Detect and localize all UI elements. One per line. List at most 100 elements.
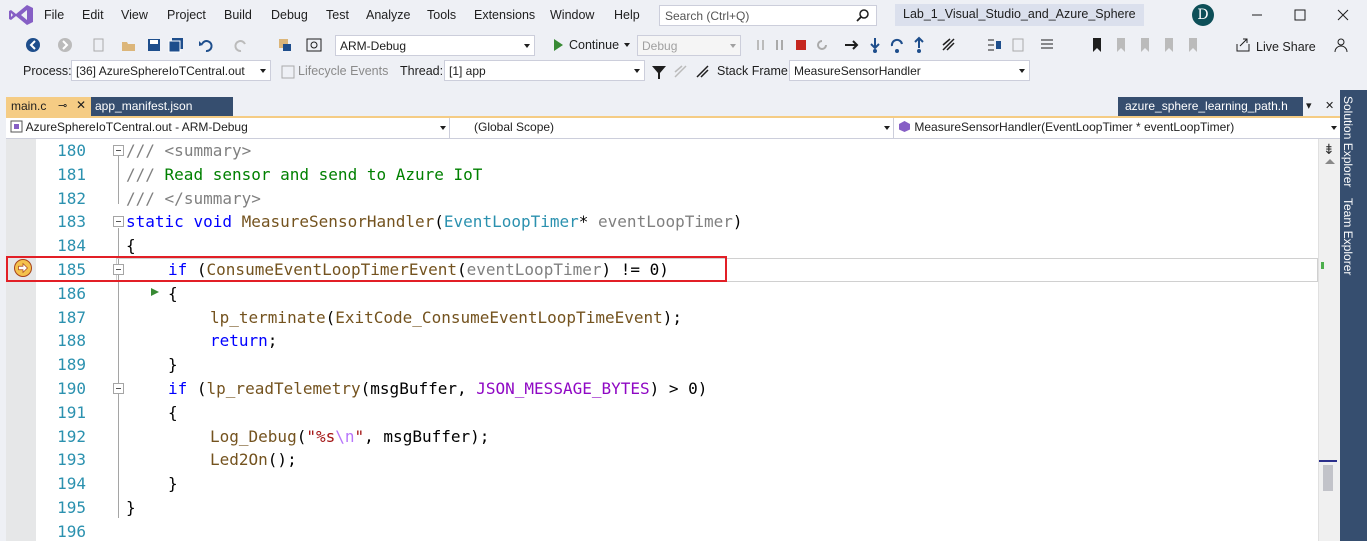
uncomment-icon[interactable] — [1038, 36, 1056, 54]
close-icon[interactable]: ✕ — [1325, 99, 1334, 112]
stack-frame-select[interactable]: MeasureSensorHandler — [789, 60, 1030, 81]
find-in-files-icon[interactable] — [276, 36, 294, 54]
close-icon[interactable] — [1333, 5, 1353, 25]
step-out-icon[interactable] — [910, 36, 928, 54]
chevron-down-icon — [884, 126, 890, 130]
continue-button[interactable]: Continue — [569, 38, 619, 52]
code-text: static void MeasureSensorHandler(EventLo… — [126, 212, 743, 232]
debug-location-toolbar: Process: [36] AzureSphereIoTCentral.out … — [0, 58, 1367, 84]
screenshot-icon[interactable] — [305, 36, 323, 54]
code-text: { — [168, 402, 178, 422]
code-line: 187 lp_terminate(ExitCode_ConsumeEventLo… — [6, 306, 1318, 330]
scrollbar-thumb[interactable] — [1323, 465, 1333, 491]
continue-play-icon — [554, 39, 563, 51]
bookmark-icon[interactable] — [1088, 36, 1106, 54]
solution-configuration-select[interactable]: ARM-Debug — [335, 35, 535, 56]
change-marker — [1321, 262, 1324, 269]
lifecycle-events-button[interactable]: Lifecycle Events — [298, 64, 388, 78]
tab-main-c[interactable]: main.c ⊸ ✕ — [6, 97, 91, 117]
comment-out-icon[interactable] — [1010, 36, 1028, 54]
avatar[interactable]: D — [1192, 4, 1214, 26]
minimize-icon[interactable] — [1247, 5, 1267, 25]
code-text: } — [168, 355, 178, 375]
project-select[interactable]: AzureSphereIoTCentral.out - ARM-Debug — [6, 118, 450, 138]
menu-debug[interactable]: Debug — [271, 8, 308, 22]
navigate-forward-icon[interactable] — [56, 36, 74, 54]
save-all-icon[interactable] — [167, 36, 185, 54]
show-flagged-threads-icon[interactable] — [694, 63, 712, 81]
split-window-icon[interactable]: ⇟ — [1323, 141, 1335, 158]
menu-help[interactable]: Help — [614, 8, 640, 22]
line-number: 187 — [57, 307, 86, 327]
stack-frame-label: Stack Frame: — [717, 64, 792, 78]
collapse-icon[interactable] — [113, 145, 124, 156]
pin-icon[interactable]: ⊸ — [58, 99, 67, 112]
line-number: 195 — [57, 498, 86, 517]
member-select[interactable]: MeasureSensorHandler(EventLoopTimer * ev… — [894, 118, 1340, 138]
tab-team-explorer[interactable]: Team Explorer — [1341, 198, 1355, 275]
chevron-down-icon — [1331, 126, 1337, 130]
new-project-icon[interactable] — [90, 36, 108, 54]
save-icon[interactable] — [145, 36, 163, 54]
menu-analyze[interactable]: Analyze — [366, 8, 410, 22]
step-over-icon[interactable] — [888, 36, 906, 54]
menu-edit[interactable]: Edit — [82, 8, 104, 22]
menu-build[interactable]: Build — [224, 8, 252, 22]
vertical-scrollbar[interactable]: ⇟ — [1318, 139, 1340, 541]
live-share-button[interactable]: Live Share — [1256, 40, 1316, 54]
highlight-annotation-box — [6, 256, 727, 282]
continue-dropdown-icon[interactable] — [624, 43, 630, 47]
close-tab-icon[interactable]: ✕ — [76, 98, 86, 112]
visual-studio-logo-icon[interactable] — [8, 4, 34, 26]
menu-test[interactable]: Test — [326, 8, 349, 22]
collapse-icon[interactable] — [113, 383, 124, 394]
next-bookmark-icon[interactable] — [1136, 36, 1154, 54]
filter-icon[interactable] — [650, 63, 668, 81]
menu-tools[interactable]: Tools — [427, 8, 456, 22]
code-line: 190 if (lp_readTelemetry(msgBuffer, JSON… — [6, 377, 1318, 401]
flag-threads-icon[interactable] — [672, 63, 690, 81]
line-number: 192 — [57, 426, 86, 446]
previous-bookmark-icon[interactable] — [1112, 36, 1130, 54]
code-text: /// Read sensor and send to Azure IoT — [126, 164, 483, 184]
navigate-back-icon[interactable] — [24, 36, 42, 54]
line-number: 184 — [57, 236, 86, 256]
next-bookmark-folder-icon[interactable] — [1160, 36, 1178, 54]
break-all-icon[interactable] — [771, 36, 789, 54]
menu-file[interactable]: File — [44, 8, 64, 22]
menu-window[interactable]: Window — [550, 8, 594, 22]
clear-bookmarks-icon[interactable] — [1184, 36, 1202, 54]
menu-project[interactable]: Project — [167, 8, 206, 22]
menu-view[interactable]: View — [121, 8, 148, 22]
redo-icon[interactable] — [232, 36, 250, 54]
show-threads-icon[interactable] — [940, 36, 958, 54]
maximize-icon[interactable] — [1290, 5, 1310, 25]
process-value: [36] AzureSphereIoTCentral.out — [76, 64, 245, 78]
code-text: { — [126, 236, 136, 256]
tab-solution-explorer[interactable]: Solution Explorer — [1341, 96, 1355, 187]
search-input[interactable]: Search (Ctrl+Q) — [659, 5, 877, 26]
menu-extensions[interactable]: Extensions — [474, 8, 535, 22]
undo-icon[interactable] — [197, 36, 215, 54]
step-into-icon[interactable] — [866, 36, 884, 54]
tab-overflow-icon[interactable]: ▾ — [1306, 99, 1312, 112]
show-next-statement-icon[interactable] — [843, 36, 861, 54]
open-folder-icon[interactable] — [120, 36, 138, 54]
code-editor[interactable]: 180 /// <summary> 181 /// Read sensor an… — [6, 139, 1318, 541]
code-line: 195 } — [6, 496, 1318, 520]
collapse-icon[interactable] — [113, 216, 124, 228]
stop-debugging-icon[interactable] — [792, 36, 810, 54]
toggle-bookmark-icon[interactable] — [985, 36, 1003, 54]
thread-label: Thread: — [400, 64, 444, 78]
tab-azure-sphere-header[interactable]: azure_sphere_learning_path.h — [1118, 97, 1303, 117]
thread-select[interactable]: [1] app — [444, 60, 645, 81]
process-select[interactable]: [36] AzureSphereIoTCentral.out — [71, 60, 271, 81]
feedback-icon[interactable] — [1332, 36, 1350, 54]
code-line: 196 — [6, 520, 1318, 541]
scope-select[interactable]: (Global Scope) — [450, 118, 894, 138]
code-line: 188 return; — [6, 329, 1318, 353]
scroll-up-icon[interactable] — [1325, 159, 1335, 164]
tab-app-manifest[interactable]: app_manifest.json — [91, 97, 233, 117]
code-line: 194 } — [6, 472, 1318, 496]
restart-icon[interactable] — [813, 36, 831, 54]
